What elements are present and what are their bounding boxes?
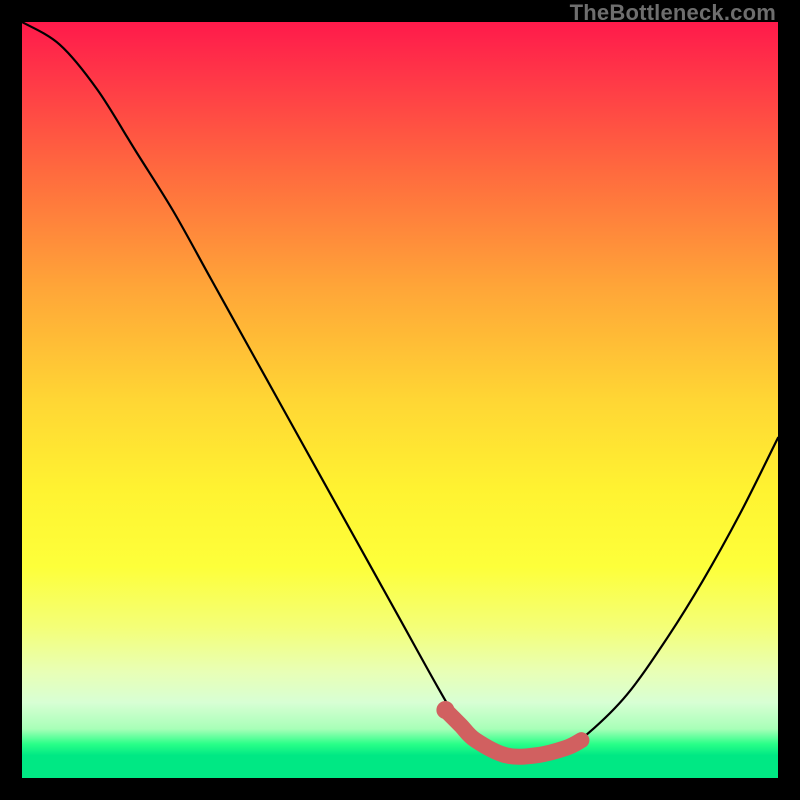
highlight-region: [445, 710, 581, 757]
chart-svg: [22, 22, 778, 778]
bottleneck-curve: [22, 22, 778, 757]
chart-plot-area: [22, 22, 778, 778]
highlight-dot: [436, 701, 454, 719]
